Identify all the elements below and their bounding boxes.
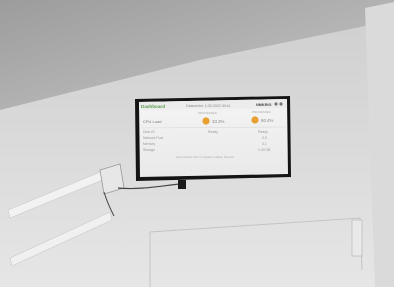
- footer-text: Last refresh: 09:41 | System status: Nor…: [176, 155, 234, 159]
- row-label: Memory: [143, 142, 156, 146]
- header-right: NMKRIG: [256, 103, 271, 107]
- column-b-label: PROCESSED: [252, 110, 272, 114]
- user-icon: [274, 102, 278, 106]
- row-right: 0.0: [262, 136, 267, 140]
- column-a-label: PROCESSED: [198, 111, 218, 115]
- tv-mount: [178, 180, 186, 189]
- row1-label: CPU Load: [143, 119, 161, 124]
- row-right: 0.1: [262, 142, 267, 146]
- brand-logo: Dashboard: [141, 104, 165, 109]
- header-center: Datacenter 1.05.2022 09:41: [186, 104, 231, 108]
- photo-scene: Dashboard Datacenter 1.05.2022 09:41 NMK…: [0, 0, 394, 287]
- row-mid: Ready: [208, 130, 218, 134]
- row-right: 1.00 GB: [258, 148, 271, 152]
- row-label: Storage: [143, 148, 155, 152]
- settings-icon: [279, 102, 283, 106]
- value-a: 33.3%: [212, 119, 225, 124]
- value-b: 80.4%: [261, 118, 274, 123]
- status-dot-icon: [251, 116, 259, 124]
- row-right: Ready: [258, 130, 268, 134]
- status-dot-icon: [202, 117, 210, 125]
- row-label: Disk I/O: [143, 130, 155, 134]
- wall-outlet: [351, 219, 363, 257]
- row-label: Network Pool: [143, 136, 163, 140]
